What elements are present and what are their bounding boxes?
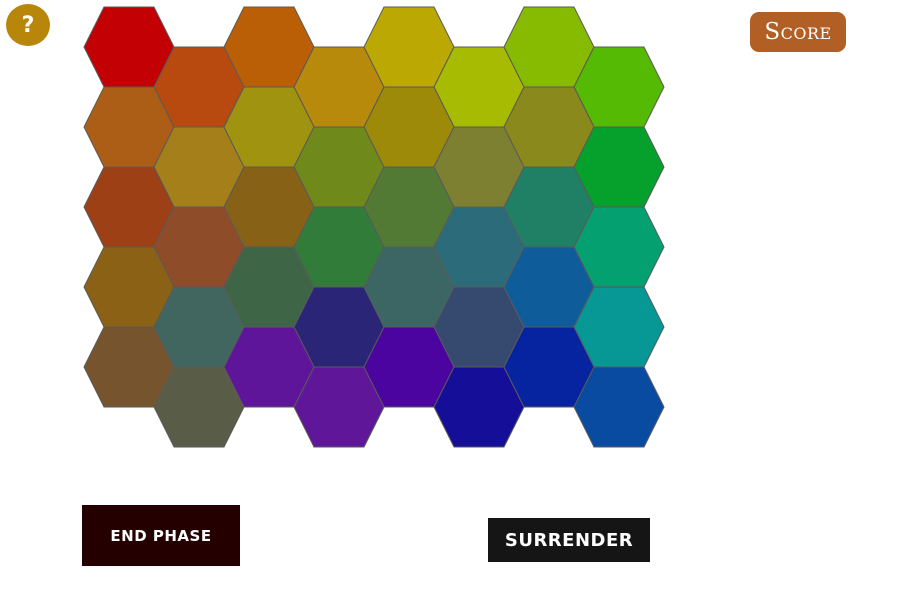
hex-cell-r4-c7[interactable] <box>573 366 665 448</box>
end-phase-button[interactable]: END PHASE <box>82 505 240 566</box>
surrender-button[interactable]: SURRENDER <box>488 518 650 562</box>
